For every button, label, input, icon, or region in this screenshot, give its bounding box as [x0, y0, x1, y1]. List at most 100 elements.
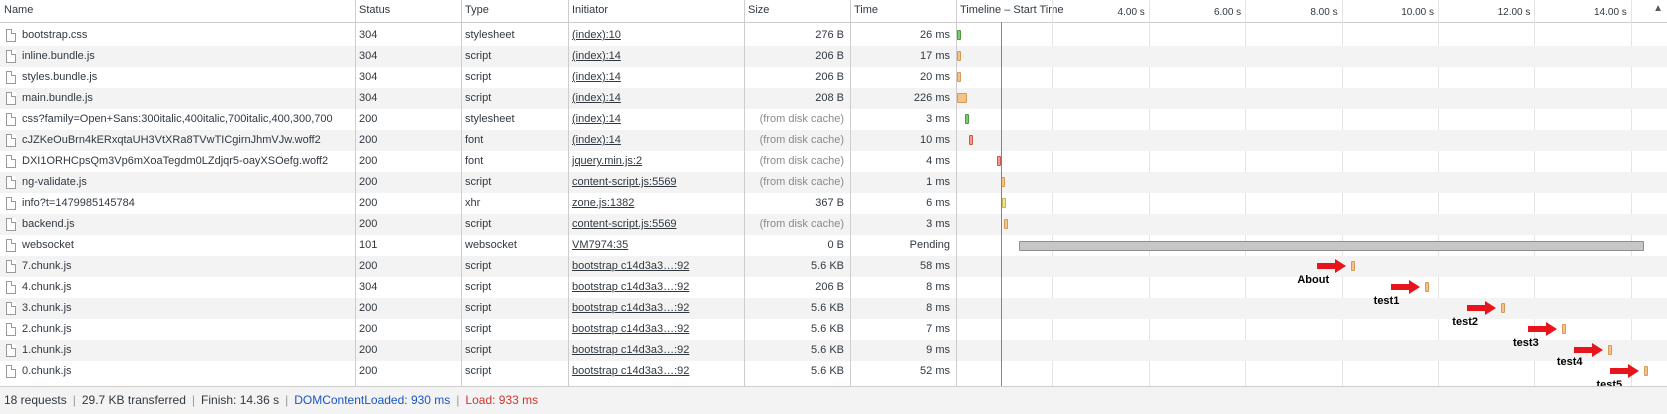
initiator-link[interactable]: content-script.js:5569 — [572, 176, 677, 188]
request-name[interactable]: backend.js — [18, 214, 353, 235]
timeline-bar[interactable] — [956, 51, 961, 61]
initiator-link[interactable]: bootstrap c14d3a3…:92 — [572, 344, 689, 356]
request-row[interactable]: 3.chunk.js 200 script bootstrap c14d3a3…:92… — [0, 298, 1667, 319]
annotation-label: test4 — [1556, 356, 1583, 368]
header-status[interactable]: Status — [355, 0, 461, 22]
initiator-link[interactable]: (index):14 — [572, 113, 621, 125]
request-name[interactable]: styles.bundle.js — [18, 67, 353, 88]
request-row[interactable]: 1.chunk.js 200 script bootstrap c14d3a3…:92… — [0, 340, 1667, 361]
request-size: (from disk cache) — [759, 113, 844, 125]
initiator-link[interactable]: VM7974:35 — [572, 239, 628, 251]
timeline-bar[interactable] — [1607, 345, 1612, 355]
header-size[interactable]: Size — [744, 0, 850, 22]
timeline-bar[interactable] — [956, 30, 961, 40]
annotation-label: test5 — [1596, 379, 1623, 386]
request-status: 200 — [359, 302, 378, 314]
initiator-link[interactable]: (index):14 — [572, 134, 621, 146]
timeline-bar[interactable] — [1644, 366, 1649, 376]
request-name[interactable]: 1.chunk.js — [18, 340, 353, 361]
request-row[interactable]: backend.js 200 script content-script.js:556… — [0, 214, 1667, 235]
request-size: 206 B — [815, 281, 844, 293]
request-status: 304 — [359, 92, 378, 104]
initiator-link[interactable]: bootstrap c14d3a3…:92 — [572, 323, 689, 335]
timeline-bar[interactable] — [1351, 261, 1356, 271]
request-row[interactable]: inline.bundle.js 304 script (index):14 206 B… — [0, 46, 1667, 67]
request-name[interactable]: 3.chunk.js — [18, 298, 353, 319]
request-row[interactable]: 0.chunk.js 200 script bootstrap c14d3a3…:92… — [0, 361, 1667, 382]
request-name[interactable]: cJZKeOuBrn4kERxqtaUH3VtXRa8TVwTICgirnJhm… — [18, 130, 353, 151]
request-status: 200 — [359, 155, 378, 167]
request-time: 17 ms — [920, 50, 950, 62]
request-size: 5.6 KB — [810, 365, 844, 377]
request-time: 8 ms — [926, 302, 950, 314]
request-name[interactable]: 0.chunk.js — [18, 361, 353, 382]
column-divider[interactable] — [568, 0, 569, 386]
timeline-bar[interactable] — [1018, 241, 1644, 251]
request-row[interactable]: styles.bundle.js 304 script (index):14 206 B… — [0, 67, 1667, 88]
sort-ascending-icon[interactable]: ▲ — [1653, 3, 1663, 14]
initiator-link[interactable]: (index):14 — [572, 50, 621, 62]
request-name[interactable]: 2.chunk.js — [18, 319, 353, 340]
initiator-link[interactable]: bootstrap c14d3a3…:92 — [572, 302, 689, 314]
header-type[interactable]: Type — [461, 0, 568, 22]
request-name[interactable]: main.bundle.js — [18, 88, 353, 109]
initiator-link[interactable]: bootstrap c14d3a3…:92 — [572, 260, 689, 272]
request-name[interactable]: info?t=1479985145784 — [18, 193, 353, 214]
request-name[interactable]: css?family=Open+Sans:300italic,400italic… — [18, 109, 353, 130]
request-type: websocket — [465, 239, 517, 251]
initiator-link[interactable]: (index):14 — [572, 92, 621, 104]
header-name[interactable]: Name — [0, 0, 355, 22]
request-name[interactable]: websocket — [18, 235, 353, 256]
initiator-link[interactable]: (index):14 — [572, 71, 621, 83]
timeline-bar[interactable] — [956, 72, 961, 82]
timeline-bar[interactable] — [1002, 198, 1007, 208]
request-row[interactable]: 7.chunk.js 200 script bootstrap c14d3a3…:92… — [0, 256, 1667, 277]
request-name[interactable]: DXI1ORHCpsQm3Vp6mXoaTegdm0LZdjqr5-oayXSO… — [18, 151, 353, 172]
request-initiator: bootstrap c14d3a3…:92 — [568, 256, 744, 277]
column-divider[interactable] — [744, 0, 745, 386]
column-divider[interactable] — [956, 0, 957, 386]
request-row[interactable]: websocket 101 websocket VM7974:35 0 B Pending — [0, 235, 1667, 256]
request-status: 304 — [359, 71, 378, 83]
timeline-bar[interactable] — [1424, 282, 1429, 292]
timeline-bar[interactable] — [964, 114, 969, 124]
request-name[interactable]: bootstrap.css — [18, 25, 353, 46]
header-timeline[interactable]: Timeline – Start Time — [956, 0, 1106, 22]
request-initiator: (index):14 — [568, 109, 744, 130]
timeline-bar[interactable] — [1001, 177, 1006, 187]
request-name[interactable]: 4.chunk.js — [18, 277, 353, 298]
request-row[interactable]: info?t=1479985145784 200 xhr zone.js:1382 36… — [0, 193, 1667, 214]
header-time[interactable]: Time — [850, 0, 956, 22]
initiator-link[interactable]: zone.js:1382 — [572, 197, 634, 209]
load-event-line — [1000, 22, 1002, 386]
request-name[interactable]: 7.chunk.js — [18, 256, 353, 277]
column-divider[interactable] — [461, 0, 462, 386]
request-size: 5.6 KB — [810, 260, 844, 272]
request-row[interactable]: 2.chunk.js 200 script bootstrap c14d3a3…:92… — [0, 319, 1667, 340]
request-time: 1 ms — [926, 176, 950, 188]
initiator-link[interactable]: bootstrap c14d3a3…:92 — [572, 365, 689, 377]
request-row[interactable]: DXI1ORHCpsQm3Vp6mXoaTegdm0LZdjqr5-oayXSO… — [0, 151, 1667, 172]
timeline-bar[interactable] — [1004, 219, 1009, 229]
column-divider[interactable] — [850, 0, 851, 386]
column-divider[interactable] — [355, 0, 356, 386]
request-status: 200 — [359, 344, 378, 356]
timeline-bar[interactable] — [956, 93, 967, 103]
initiator-link[interactable]: bootstrap c14d3a3…:92 — [572, 281, 689, 293]
initiator-link[interactable]: jquery.min.js:2 — [572, 155, 642, 167]
initiator-link[interactable]: content-script.js:5569 — [572, 218, 677, 230]
request-row[interactable]: cJZKeOuBrn4kERxqtaUH3VtXRa8TVwTICgirnJhm… — [0, 130, 1667, 151]
request-size: 206 B — [815, 71, 844, 83]
request-name[interactable]: ng-validate.js — [18, 172, 353, 193]
request-row[interactable]: ng-validate.js 200 script content-script.js… — [0, 172, 1667, 193]
timeline-bar[interactable] — [1561, 324, 1566, 334]
request-row[interactable]: main.bundle.js 304 script (index):14 208 B 22… — [0, 88, 1667, 109]
timeline-bar[interactable] — [969, 135, 974, 145]
request-row[interactable]: css?family=Open+Sans:300italic,400italic… — [0, 109, 1667, 130]
header-initiator[interactable]: Initiator — [568, 0, 744, 22]
initiator-link[interactable]: (index):10 — [572, 29, 621, 41]
timeline-bar[interactable] — [1501, 303, 1506, 313]
request-name[interactable]: inline.bundle.js — [18, 46, 353, 67]
request-row[interactable]: bootstrap.css 304 stylesheet (index):10 276 … — [0, 25, 1667, 46]
request-size: 5.6 KB — [810, 323, 844, 335]
